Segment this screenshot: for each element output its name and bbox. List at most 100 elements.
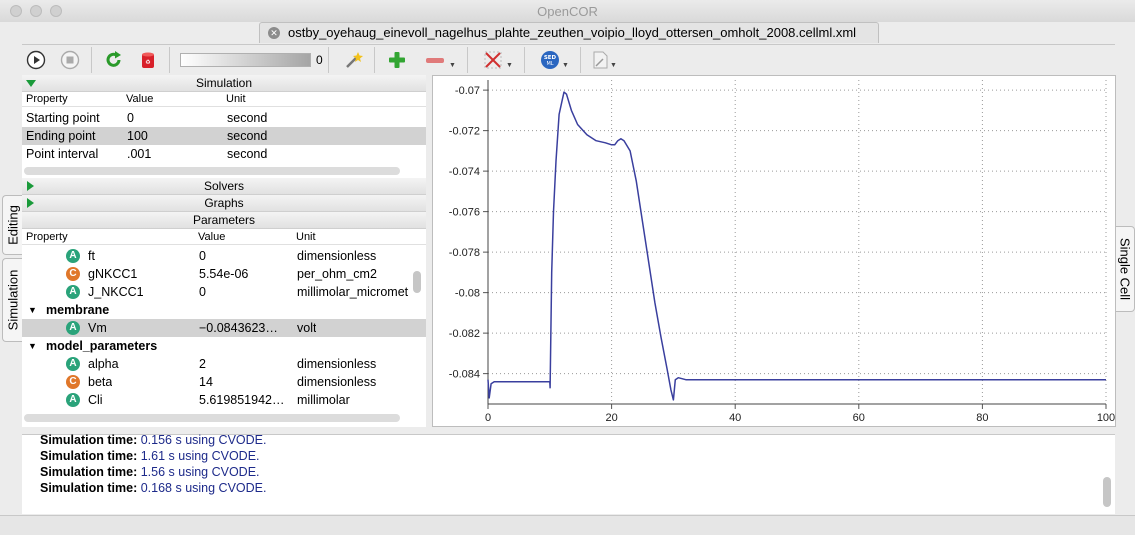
tab-editing[interactable]: Editing [2,195,22,255]
algebraic-badge-icon: A [66,285,80,299]
stop-button[interactable] [59,49,81,71]
simulation-section-header[interactable]: Simulation [22,75,426,92]
sedml-button[interactable]: SED ML [539,49,561,71]
export-icon [593,51,608,69]
line-chart[interactable]: -0.07 -0.072 -0.074 -0.076 -0.078 -0.08 -0.082… [433,76,1117,428]
tab-simulation[interactable]: Simulation [2,258,22,342]
console-line-time: 0.156 s using CVODE. [140,433,267,447]
parameter-value: 5.619851942… [199,393,285,407]
run-icon [26,50,46,70]
parameters-section-title: Parameters [192,213,256,227]
expanded-arrow-icon [26,80,36,87]
simulation-horizontal-scrollbar[interactable] [24,167,400,175]
console-line-label: Simulation time: [40,449,138,463]
remove-dropdown-arrow[interactable]: ▼ [449,62,456,69]
row-property: Starting point [26,111,100,125]
graphs-section-header[interactable]: Graphs [22,195,426,212]
reload-button[interactable] [103,49,125,71]
parameter-unit: per_ohm_cm2 [297,267,377,281]
close-tab-icon[interactable]: ✕ [268,27,280,39]
table-row[interactable]: Point interval .001 second [22,145,426,163]
parameter-name: beta [88,375,113,389]
remove-button[interactable] [425,49,447,71]
parameter-unit: millimolar_micrometre [297,285,409,299]
console-line-label: Simulation time: [40,465,138,479]
tab-single-cell[interactable]: Single Cell [1116,226,1135,312]
tab-simulation-label: Simulation [5,269,20,331]
parameter-name: J_NKCC1 [88,285,144,299]
row-property: Point interval [26,147,99,161]
y-tick-label: -0.074 [449,166,480,178]
parameters-section-header[interactable]: Parameters [22,212,426,229]
file-tab-name: ostby_oyehaug_einevoll_nagelhus_plahte_z… [288,25,857,40]
parameter-value: 0 [199,249,206,263]
progress-bar [180,53,311,67]
remove-icon [426,58,444,63]
parameters-horizontal-scrollbar[interactable] [24,414,400,422]
svg-text:♻: ♻ [145,59,150,66]
console-line-label: Simulation time: [40,433,138,447]
parameter-row-selected[interactable]: A Vm −0.0843623… volt [22,319,426,337]
x-tick-label: 20 [605,412,617,424]
parameters-table-header: Property Value Unit [22,230,426,245]
cross-grid-button[interactable] [482,49,504,71]
parameter-group-model-parameters[interactable]: ▼ model_parameters [22,337,426,355]
status-bar [0,515,1135,535]
column-property: Property [26,231,68,243]
parameter-row[interactable]: C gNKCC1 5.54e-06 per_ohm_cm2 [22,265,426,283]
parameter-value[interactable]: 14 [199,373,213,391]
table-row-selected[interactable]: Ending point 100 second [22,127,426,145]
file-tab[interactable]: ✕ ostby_oyehaug_einevoll_nagelhus_plahte… [259,22,879,43]
wand-button[interactable] [342,49,364,71]
parameter-group-membrane[interactable]: ▼ membrane [22,301,426,319]
parameter-value[interactable]: 5.54e-06 [199,265,248,283]
constant-badge-icon: C [66,267,80,281]
table-row[interactable]: Starting point 0 second [22,109,426,127]
parameter-name: alpha [88,357,119,371]
group-expanded-arrow-icon[interactable]: ▼ [28,337,37,355]
parameter-unit: dimensionless [297,249,377,263]
group-expanded-arrow-icon[interactable]: ▼ [28,301,37,319]
x-tick-label: 100 [1097,412,1115,424]
column-unit: Unit [226,93,246,105]
simulation-table-header: Property Value Unit [22,92,426,107]
wand-icon [346,52,363,68]
graph-panel[interactable]: -0.07 -0.072 -0.074 -0.076 -0.078 -0.08 -0.082… [432,75,1116,427]
parameter-row[interactable]: A J_NKCC1 0 millimolar_micrometre [22,283,426,301]
row-value[interactable]: .001 [127,145,151,163]
cross-grid-dropdown-arrow[interactable]: ▼ [506,62,513,69]
parameter-unit: volt [297,321,317,335]
column-unit: Unit [296,231,316,243]
left-panel: Simulation Property Value Unit Starting … [22,75,426,427]
row-value[interactable]: 0 [127,109,134,127]
parameters-vertical-scrollbar[interactable] [413,271,421,293]
parameter-row[interactable]: C beta 14 dimensionless [22,373,426,391]
parameter-row[interactable]: A alpha 2 dimensionless [22,355,426,373]
column-value: Value [198,231,226,243]
y-tick-label: -0.072 [449,126,480,138]
progress-value: 0 [316,53,323,67]
export-dropdown-arrow[interactable]: ▼ [610,62,617,69]
x-tick-label: 0 [485,412,491,424]
console-line: Simulation time: 0.168 s using CVODE. [40,481,266,495]
sedml-dropdown-arrow[interactable]: ▼ [562,62,569,69]
algebraic-badge-icon: A [66,249,80,263]
solvers-section-header[interactable]: Solvers [22,178,426,195]
collapsed-arrow-icon [27,198,34,208]
console-line: Simulation time: 0.156 s using CVODE. [40,433,266,447]
console-vertical-scrollbar[interactable] [1103,477,1111,507]
parameter-name: ft [88,249,95,263]
row-value[interactable]: 100 [127,127,148,145]
group-name: model_parameters [46,339,158,353]
export-button[interactable] [589,49,611,71]
add-button[interactable] [386,49,408,71]
parameter-name: gNKCC1 [88,267,138,281]
clear-button[interactable]: ♻ [137,49,159,71]
console-line-time: 1.61 s using CVODE. [140,449,260,463]
parameter-row[interactable]: A Cli 5.619851942… millimolar [22,391,426,409]
run-button[interactable] [25,49,47,71]
window-title: OpenCOR [537,4,598,19]
toolbar: ♻ 0 ▼ ▼ SED ML ▼ ▼ [22,44,1115,74]
y-tick-label: -0.078 [449,247,480,259]
parameter-row[interactable]: A ft 0 dimensionless [22,247,426,265]
